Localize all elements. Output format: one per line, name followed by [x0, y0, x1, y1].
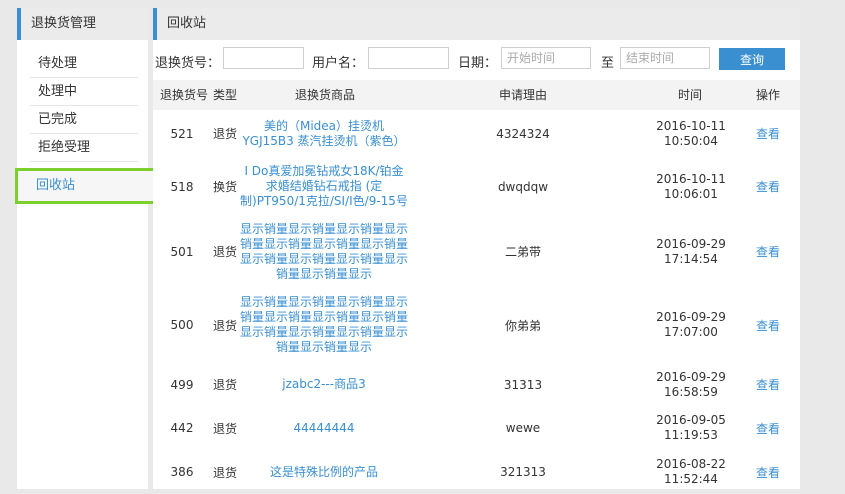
- cell-type: 退货: [212, 245, 237, 259]
- product-link[interactable]: 显示销量显示销量显示销量显示销量显示销量显示销量显示销量显示销量显示销量显示销量…: [239, 216, 409, 287]
- sidebar: 退换货管理 待处理 处理中 已完成 拒绝受理 回收站: [15, 8, 156, 489]
- product-link[interactable]: jzabc2---商品3: [239, 363, 409, 406]
- sidebar-item-rejected[interactable]: 拒绝受理: [30, 134, 138, 162]
- cell-reason: 4324324: [496, 126, 550, 141]
- cell-type: 退货: [212, 127, 237, 141]
- cell-date: 2016-09-05: [656, 413, 726, 427]
- header-action: 操作: [756, 88, 781, 102]
- cell-time: 2016-09-29 17:07:00: [641, 287, 741, 363]
- view-link[interactable]: 查看: [749, 216, 787, 287]
- cell-reason: dwqdqw: [497, 179, 549, 194]
- table-row: 518 换货 I Do真爱加冕钻戒女18K/铂金求婚结婚钻石戒指 (定制)PT9…: [153, 157, 800, 216]
- header-time: 时间: [678, 88, 703, 102]
- cell-reason: 你弟弟: [504, 318, 541, 333]
- cell-clock: 11:52:44: [664, 472, 718, 486]
- date-to-label: 至: [601, 56, 615, 71]
- header-type: 类型: [213, 88, 238, 102]
- cell-clock: 11:19:53: [664, 428, 718, 442]
- main-panel: 回收站 退换货号： 用户名： 日期： 至 查询 退换货号 类型 退换货商品 申请…: [153, 8, 800, 489]
- cell-date: 2016-09-29: [656, 236, 726, 251]
- cell-return-no: 442: [170, 421, 194, 435]
- end-date-input[interactable]: [620, 47, 710, 69]
- cell-type: 退货: [212, 378, 237, 392]
- table-row: 442 退货 44444444 wewe 2016-09-05 11:19:53…: [153, 406, 800, 450]
- username-input[interactable]: [368, 47, 449, 69]
- sidebar-title: 退换货管理: [17, 8, 148, 40]
- cell-date: 2016-08-22: [656, 457, 726, 471]
- product-link[interactable]: I Do真爱加冕钻戒女18K/铂金求婚结婚钻石戒指 (定制)PT950/1克拉/…: [239, 157, 409, 216]
- cell-return-no: 386: [170, 465, 194, 479]
- view-link[interactable]: 查看: [749, 450, 787, 494]
- cell-return-no: 501: [170, 244, 194, 259]
- product-link[interactable]: 美的（Midea）挂烫机 YGJ15B3 蒸汽挂烫机（紫色）: [239, 110, 409, 157]
- product-link[interactable]: 这是特殊比例的产品: [239, 450, 409, 494]
- table-header: 退换货号 类型 退换货商品 申请理由 时间 操作: [153, 80, 800, 110]
- cell-clock: 17:14:54: [664, 251, 718, 266]
- search-bar: 退换货号： 用户名： 日期： 至 查询: [153, 40, 800, 78]
- sidebar-menu: 待处理 处理中 已完成 拒绝受理 回收站: [15, 50, 156, 204]
- product-link[interactable]: 显示销量显示销量显示销量显示销量显示销量显示销量显示销量显示销量显示销量显示销量…: [239, 287, 409, 363]
- cell-type: 退货: [212, 318, 237, 333]
- sidebar-item-completed[interactable]: 已完成: [30, 106, 138, 134]
- view-link[interactable]: 查看: [749, 110, 787, 157]
- cell-time: 2016-08-22 11:52:44: [641, 450, 741, 494]
- table-row: 386 退货 这是特殊比例的产品 321313 2016-08-22 11:52…: [153, 450, 800, 494]
- cell-return-no: 518: [170, 179, 194, 194]
- query-button[interactable]: 查询: [719, 48, 785, 70]
- page-background-right: [800, 0, 845, 489]
- cell-return-no: 500: [170, 318, 194, 332]
- cell-date: 2016-09-29: [656, 310, 726, 324]
- cell-date: 2016-10-11: [656, 171, 726, 186]
- cell-time: 2016-09-29 17:14:54: [641, 216, 741, 287]
- cell-reason: 二弟带: [504, 245, 541, 259]
- cell-date: 2016-10-11: [656, 118, 726, 133]
- username-label: 用户名：: [312, 56, 365, 71]
- cell-reason: 321313: [500, 465, 546, 479]
- cell-clock: 10:06:01: [664, 186, 718, 201]
- header-return-no: 退换货号: [160, 88, 209, 102]
- view-link[interactable]: 查看: [749, 157, 787, 216]
- start-date-input[interactable]: [501, 47, 591, 69]
- cell-type: 退货: [212, 465, 237, 480]
- table-row: 500 退货 显示销量显示销量显示销量显示销量显示销量显示销量显示销量显示销量显…: [153, 287, 800, 363]
- header-reason: 申请理由: [499, 88, 548, 102]
- cell-return-no: 499: [170, 377, 194, 392]
- product-link[interactable]: 44444444: [239, 406, 409, 450]
- cell-reason: wewe: [505, 421, 541, 435]
- cell-return-no: 521: [170, 126, 194, 141]
- cell-reason: 31313: [503, 377, 543, 392]
- cell-time: 2016-10-11 10:50:04: [641, 110, 741, 157]
- cell-time: 2016-10-11 10:06:01: [641, 157, 741, 216]
- returns-table: 退换货号 类型 退换货商品 申请理由 时间 操作 521 退货 美的（Midea…: [153, 80, 800, 494]
- cell-clock: 16:58:59: [664, 384, 718, 399]
- view-link[interactable]: 查看: [749, 363, 787, 406]
- table-row: 521 退货 美的（Midea）挂烫机 YGJ15B3 蒸汽挂烫机（紫色） 43…: [153, 110, 800, 157]
- header-product: 退换货商品: [295, 88, 356, 102]
- page-title: 回收站: [153, 8, 800, 40]
- table-row: 499 退货 jzabc2---商品3 31313 2016-09-29 16:…: [153, 363, 800, 406]
- cell-type: 换货: [212, 180, 237, 194]
- sidebar-item-processing[interactable]: 处理中: [30, 78, 138, 106]
- return-no-input[interactable]: [223, 47, 304, 69]
- cell-date: 2016-09-29: [656, 369, 726, 384]
- return-no-label: 退换货号：: [155, 56, 221, 71]
- cell-time: 2016-09-05 11:19:53: [641, 406, 741, 450]
- cell-clock: 10:50:04: [664, 133, 718, 148]
- sidebar-item-pending[interactable]: 待处理: [30, 50, 138, 78]
- cell-type: 退货: [212, 421, 237, 436]
- view-link[interactable]: 查看: [749, 406, 787, 450]
- date-label: 日期：: [458, 56, 498, 71]
- table-row: 501 退货 显示销量显示销量显示销量显示销量显示销量显示销量显示销量显示销量显…: [153, 216, 800, 287]
- cell-clock: 17:07:00: [664, 325, 718, 339]
- sidebar-item-recycle-bin[interactable]: 回收站: [15, 168, 156, 204]
- cell-time: 2016-09-29 16:58:59: [641, 363, 741, 406]
- view-link[interactable]: 查看: [749, 287, 787, 363]
